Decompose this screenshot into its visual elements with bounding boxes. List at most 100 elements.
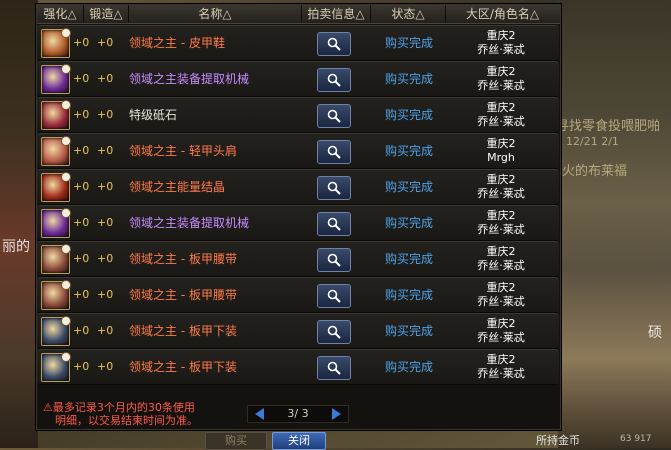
bg-text-4: 丽的	[2, 239, 30, 255]
search-icon	[327, 253, 341, 267]
prev-page-button[interactable]	[252, 406, 268, 422]
search-icon	[327, 73, 341, 87]
item-badge-icon	[61, 136, 71, 146]
table-row[interactable]: +0 +0 领域之主能量结晶 购买完成 重庆2 乔丝·莱忒	[37, 169, 559, 205]
table-row[interactable]: +0 +0 领域之主装备提取机械 购买完成 重庆2 乔丝·莱忒	[37, 205, 559, 241]
item-badge-icon	[61, 316, 71, 326]
item-badge-icon	[61, 28, 71, 38]
col-name[interactable]: 名称△	[129, 5, 302, 23]
table-row[interactable]: +0 +0 领域之主 - 板甲下装 购买完成 重庆2 乔丝·莱忒	[37, 313, 559, 349]
bg-text-1: 寻找零食投喂肥啪	[556, 119, 661, 134]
forge-value: +0	[97, 252, 114, 265]
auction-info-button[interactable]	[317, 68, 351, 92]
server-name: 重庆2	[486, 173, 516, 186]
region-cell: 重庆2 乔丝·莱忒	[452, 317, 550, 345]
auction-info-button[interactable]	[317, 212, 351, 236]
table-row[interactable]: +0 +0 领域之主 - 板甲腰带 购买完成 重庆2 乔丝·莱忒	[37, 241, 559, 277]
col-forge[interactable]: 锻造△	[84, 5, 129, 23]
status-text: 购买完成	[384, 36, 433, 50]
next-page-button[interactable]	[328, 406, 344, 422]
item-name: 领域之主 - 板甲腰带	[129, 252, 237, 266]
background-left	[0, 0, 38, 448]
table-header: 强化△ 锻造△ 名称△ 拍卖信息△ 状态△ 大区/角色名△	[37, 5, 560, 24]
region-cell: 重庆2 乔丝·莱忒	[452, 353, 550, 381]
pants-icon[interactable]	[41, 316, 71, 346]
search-icon	[327, 325, 341, 339]
server-name: 重庆2	[486, 317, 516, 330]
warning-icon: ⚠	[43, 401, 53, 414]
enhance-value: +0	[73, 108, 90, 121]
player-name: 乔丝·莱忒	[477, 115, 525, 128]
search-icon	[327, 37, 341, 51]
status-text: 购买完成	[384, 216, 433, 230]
bg-text-2: 12/21 2/1	[566, 135, 619, 148]
forge-value: +0	[97, 72, 114, 85]
col-region[interactable]: 大区/角色名△	[446, 5, 559, 23]
item-badge-icon	[61, 172, 71, 182]
record-note: ⚠最多记录3个月内的30条使用 明细，以交易结束时间为准。	[43, 401, 243, 427]
crystal-icon[interactable]	[41, 172, 71, 202]
auction-info-button[interactable]	[317, 104, 351, 128]
auction-info-button[interactable]	[317, 320, 351, 344]
gem-icon[interactable]	[41, 100, 71, 130]
item-badge-icon	[61, 280, 71, 290]
forge-value: +0	[97, 360, 114, 373]
extractor-icon[interactable]	[41, 64, 71, 94]
table-row[interactable]: +0 +0 领域之主 - 皮甲鞋 购买完成 重庆2 乔丝·莱忒	[37, 25, 559, 61]
server-name: 重庆2	[486, 137, 516, 150]
page-indicator: 3/ 3	[287, 407, 309, 420]
search-icon	[327, 145, 341, 159]
forge-value: +0	[97, 216, 114, 229]
region-cell: 重庆2 乔丝·莱忒	[452, 101, 550, 129]
shoulder-icon[interactable]	[41, 136, 71, 166]
belt-icon[interactable]	[41, 280, 71, 310]
auction-info-button[interactable]	[317, 32, 351, 56]
col-auction[interactable]: 拍卖信息△	[302, 5, 371, 23]
belt-icon[interactable]	[41, 244, 71, 274]
pants-icon[interactable]	[41, 352, 71, 382]
table-row[interactable]: +0 +0 领域之主 - 轻甲头肩 购买完成 重庆2 Mrgh	[37, 133, 559, 169]
table-row[interactable]: +0 +0 特级砥石 购买完成 重庆2 乔丝·莱忒	[37, 97, 559, 133]
item-name: 领域之主装备提取机械	[129, 216, 250, 230]
server-name: 重庆2	[486, 101, 516, 114]
item-badge-icon	[61, 64, 71, 74]
enhance-value: +0	[73, 36, 90, 49]
region-cell: 重庆2 乔丝·莱忒	[452, 65, 550, 93]
item-name: 领域之主 - 轻甲头肩	[129, 144, 237, 158]
enhance-value: +0	[73, 72, 90, 85]
col-status[interactable]: 状态△	[371, 5, 446, 23]
enhance-value: +0	[73, 324, 90, 337]
status-text: 购买完成	[384, 252, 433, 266]
status-text: 购买完成	[384, 324, 433, 338]
region-cell: 重庆2 Mrgh	[452, 137, 550, 165]
auction-info-button[interactable]	[317, 140, 351, 164]
auction-info-button[interactable]	[317, 176, 351, 200]
forge-value: +0	[97, 288, 114, 301]
close-button[interactable]: 关闭	[272, 432, 326, 450]
auction-history-panel: 强化△ 锻造△ 名称△ 拍卖信息△ 状态△ 大区/角色名△ +0 +0 领域之主…	[36, 4, 561, 430]
search-icon	[327, 289, 341, 303]
status-text: 购买完成	[384, 144, 433, 158]
buy-button[interactable]: 购买	[205, 432, 267, 450]
extractor-icon[interactable]	[41, 208, 71, 238]
player-name: 乔丝·莱忒	[477, 295, 525, 308]
forge-value: +0	[97, 180, 114, 193]
enhance-value: +0	[73, 144, 90, 157]
region-cell: 重庆2 乔丝·莱忒	[452, 173, 550, 201]
item-badge-icon	[61, 352, 71, 362]
col-enhance[interactable]: 强化△	[37, 5, 84, 23]
region-cell: 重庆2 乔丝·莱忒	[452, 29, 550, 57]
note-line-2: 明细，以交易结束时间为准。	[55, 414, 198, 427]
enhance-value: +0	[73, 360, 90, 373]
table-row[interactable]: +0 +0 领域之主装备提取机械 购买完成 重庆2 乔丝·莱忒	[37, 61, 559, 97]
forge-value: +0	[97, 324, 114, 337]
auction-info-button[interactable]	[317, 356, 351, 380]
auction-info-button[interactable]	[317, 284, 351, 308]
auction-info-button[interactable]	[317, 248, 351, 272]
table-row[interactable]: +0 +0 领域之主 - 板甲下装 购买完成 重庆2 乔丝·莱忒	[37, 349, 559, 385]
item-name: 领域之主能量结晶	[129, 180, 226, 194]
boots-icon[interactable]	[41, 28, 71, 58]
table-row[interactable]: +0 +0 领域之主 - 板甲腰带 购买完成 重庆2 乔丝·莱忒	[37, 277, 559, 313]
item-name: 领域之主 - 板甲腰带	[129, 288, 237, 302]
player-name: 乔丝·莱忒	[477, 43, 525, 56]
